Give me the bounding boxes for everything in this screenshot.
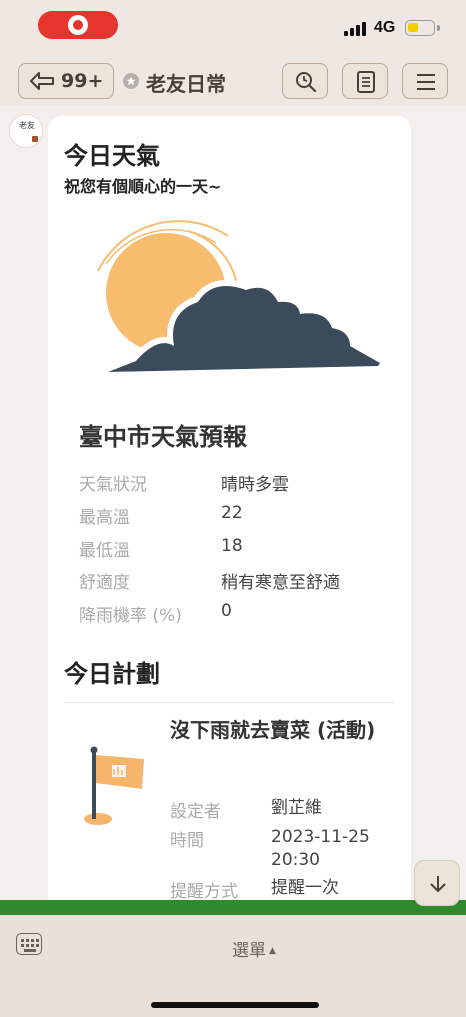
keyboard-icon[interactable] [16, 933, 42, 955]
battery-icon [405, 20, 435, 36]
event-value: 劉芷維 [271, 798, 322, 818]
home-indicator[interactable] [151, 1002, 319, 1008]
forecast-title: 臺中市天氣預報 [79, 423, 247, 451]
weather-label: 降雨機率 (%) [79, 606, 182, 626]
battery-level [408, 23, 418, 32]
event-label: 提醒方式 [170, 882, 238, 902]
battery-cap [437, 25, 440, 31]
chat-area[interactable]: 老友 今日天氣 祝您有個順心的一天~ 臺中市天氣預報 天氣狀況 晴時多雲 最高溫… [0, 106, 466, 915]
verified-badge-icon [123, 73, 139, 89]
event-label: 時間 [170, 831, 204, 851]
unread-count: 99+ [61, 70, 104, 92]
flag-icon [84, 746, 144, 825]
weather-value: 稍有寒意至舒適 [221, 573, 340, 593]
menu-button[interactable] [402, 63, 448, 99]
back-button[interactable]: 99+ [18, 63, 114, 99]
divider [64, 702, 395, 703]
avatar-seal [32, 136, 38, 142]
search-icon [296, 72, 317, 93]
weather-row: 舒適度 稍有寒意至舒適 [79, 568, 399, 593]
weather-value: 18 [221, 536, 243, 556]
avatar-text: 老友 [19, 121, 35, 130]
event-label: 設定者 [170, 802, 221, 822]
event-value: 2023-11-25 20:30 [271, 827, 370, 870]
event-value: 提醒一次 [271, 878, 339, 898]
chat-title[interactable]: 老友日常 [146, 68, 226, 97]
bottom-bar: 選單 ▲ [0, 915, 466, 1017]
weather-value: 0 [221, 601, 232, 621]
notes-icon [357, 71, 375, 93]
partly-cloudy-illustration [97, 220, 386, 378]
screen-recording-indicator[interactable] [38, 11, 118, 39]
status-bar: 4G [0, 0, 466, 56]
menu-label: 選單 [232, 941, 266, 961]
back-arrow-icon [30, 72, 54, 90]
menu-toggle-button[interactable]: 選單 ▲ [232, 936, 276, 961]
weather-row: 天氣狀況 晴時多雲 [79, 470, 399, 495]
weather-value: 22 [221, 503, 243, 523]
card-title: 今日天氣 [64, 142, 160, 170]
weather-row: 最低溫 18 [79, 536, 399, 561]
network-type: 4G [374, 19, 396, 36]
caret-up-icon: ▲ [269, 946, 276, 956]
hamburger-menu-icon [417, 74, 435, 90]
event-title[interactable]: 沒下雨就去賣菜 (活動) [170, 717, 385, 744]
weather-label: 最高溫 [79, 508, 130, 528]
weather-label: 天氣狀況 [79, 475, 147, 495]
weather-row: 降雨機率 (%) 0 [79, 601, 399, 626]
weather-label: 最低溫 [79, 541, 130, 561]
weather-message-card: 今日天氣 祝您有個順心的一天~ 臺中市天氣預報 天氣狀況 晴時多雲 最高溫 22… [48, 116, 411, 915]
chat-header: 99+ 老友日常 [0, 56, 466, 106]
notes-button[interactable] [342, 63, 388, 99]
signal-strength-icon [344, 22, 368, 36]
avatar[interactable]: 老友 [9, 114, 43, 148]
plan-title: 今日計劃 [64, 660, 160, 688]
search-button[interactable] [282, 63, 328, 99]
weather-value: 晴時多雲 [221, 475, 289, 495]
grass-strip [0, 900, 466, 915]
weather-label: 舒適度 [79, 573, 130, 593]
weather-row: 最高溫 22 [79, 503, 399, 528]
arrow-down-icon [430, 876, 446, 893]
scroll-to-bottom-button[interactable] [414, 860, 460, 906]
record-icon [68, 15, 88, 35]
card-subtitle: 祝您有個順心的一天~ [64, 177, 222, 196]
